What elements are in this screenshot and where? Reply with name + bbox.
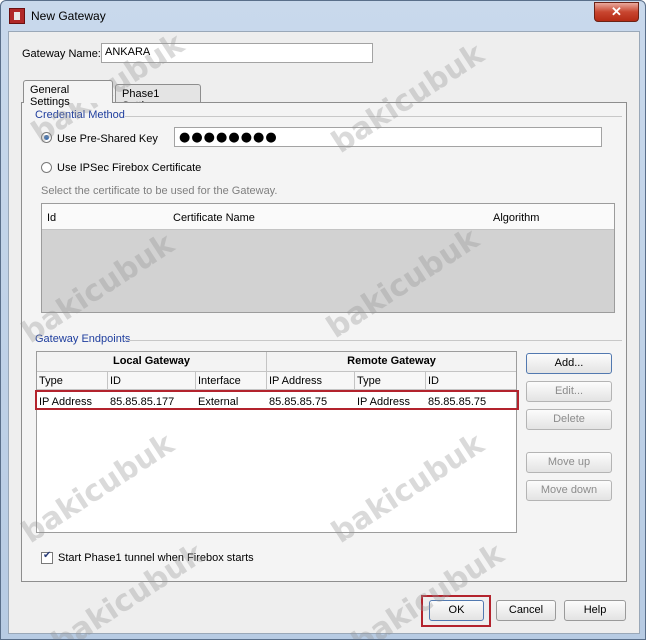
edit-button[interactable]: Edit... — [526, 381, 612, 402]
group-divider — [127, 340, 622, 341]
start-phase1-checkbox[interactable] — [41, 550, 53, 564]
delete-button[interactable]: Delete — [526, 409, 612, 430]
add-button[interactable]: Add... — [526, 353, 612, 374]
general-settings-panel: Credential Method Use Pre-Shared Key ●●●… — [21, 102, 627, 582]
certificate-radio[interactable] — [41, 162, 52, 173]
psk-radio-label: Use Pre-Shared Key — [57, 133, 158, 145]
certificate-table[interactable]: Id Certificate Name Algorithm — [41, 203, 615, 313]
dialog-body: Gateway Name: ANKARA General Settings Ph… — [8, 31, 640, 634]
row-highlight-frame — [35, 390, 519, 410]
remote-gateway-header: Remote Gateway — [267, 352, 516, 372]
new-gateway-dialog: New Gateway ✕ Gateway Name: ANKARA Gener… — [0, 0, 646, 640]
col-local-id[interactable]: ID — [108, 372, 196, 390]
cancel-button[interactable]: Cancel — [496, 600, 556, 621]
ok-button[interactable]: OK — [429, 600, 484, 621]
col-local-interface[interactable]: Interface — [196, 372, 267, 390]
tab-general-settings[interactable]: General Settings — [23, 80, 113, 108]
cert-col-name[interactable]: Certificate Name — [173, 212, 255, 224]
gateway-name-input[interactable]: ANKARA — [101, 43, 373, 63]
help-button[interactable]: Help — [564, 600, 626, 621]
gateway-name-label: Gateway Name: — [22, 48, 101, 60]
col-remote-ip[interactable]: IP Address — [267, 372, 355, 390]
app-icon — [9, 8, 25, 24]
pre-shared-key-input[interactable]: ●●●●●●●● — [174, 127, 602, 147]
move-down-button[interactable]: Move down — [526, 480, 612, 501]
col-local-type[interactable]: Type — [37, 372, 108, 390]
certificate-radio-label: Use IPSec Firebox Certificate — [57, 162, 202, 174]
credential-method-title: Credential Method — [35, 109, 125, 121]
local-gateway-header: Local Gateway — [37, 352, 267, 372]
cert-col-id[interactable]: Id — [47, 212, 56, 224]
col-remote-type[interactable]: Type — [355, 372, 426, 390]
start-phase1-label: Start Phase1 tunnel when Firebox starts — [58, 552, 254, 564]
move-up-button[interactable]: Move up — [526, 452, 612, 473]
certificate-hint: Select the certificate to be used for th… — [41, 185, 278, 197]
tab-phase1-settings[interactable]: Phase1 Settings — [115, 84, 201, 112]
window-title: New Gateway — [31, 9, 106, 23]
psk-radio[interactable] — [41, 132, 52, 143]
title-bar[interactable]: New Gateway ✕ — [1, 1, 645, 31]
endpoints-table[interactable]: Local Gateway Remote Gateway Type ID Int… — [35, 351, 519, 533]
group-divider — [125, 116, 622, 117]
certificate-table-header: Id Certificate Name Algorithm — [42, 204, 614, 230]
gateway-endpoints-title: Gateway Endpoints — [35, 333, 131, 345]
close-button[interactable]: ✕ — [594, 2, 639, 22]
cert-col-algorithm[interactable]: Algorithm — [493, 212, 539, 224]
col-remote-id[interactable]: ID — [426, 372, 516, 390]
